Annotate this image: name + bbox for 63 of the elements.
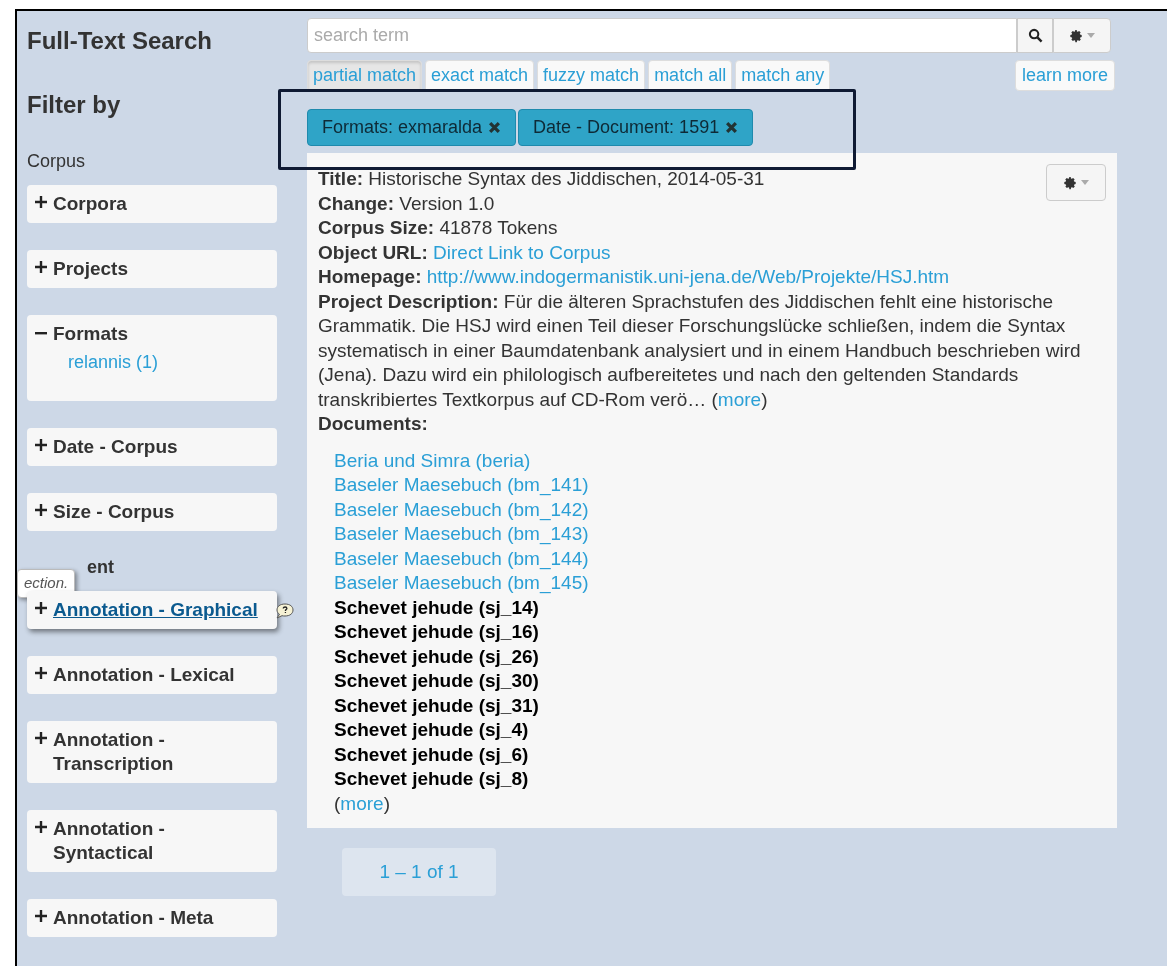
filter-toggle-link[interactable]: Annotation - Meta bbox=[53, 906, 214, 930]
project-description: Project Description: Für die älteren Sprachstufen des Jiddischen fehlt eine historische Grammatik. Die HSJ wird einen Teil dieser Forschungslücke schließen, indem die Syntax systematisch in einer Baumdatenbank analysiert und in einem Handbuch beschrieben wird (Jena). Dazu wird ein philologisch aufbereitetes und nach den geltenden Standards transkribiertes Textkorpus auf CD-Rom verö… (more) bbox=[318, 289, 1082, 412]
section-heading: Corpus bbox=[27, 151, 86, 171]
filter-toggle-link[interactable]: Projects bbox=[53, 257, 128, 281]
filter-option-link[interactable]: relannis (1) bbox=[35, 346, 269, 394]
result-field: Corpus Size: 41878 Tokens bbox=[318, 216, 558, 241]
document-name: Schevet jehude (sj_16) bbox=[334, 621, 539, 642]
close-icon bbox=[488, 121, 502, 134]
settings-dropdown-button[interactable] bbox=[1046, 164, 1106, 201]
caret-icon bbox=[1081, 180, 1089, 185]
filter-heading: Filter by bbox=[27, 91, 122, 119]
document-link[interactable]: Baseler Maesebuch (bm_143) bbox=[334, 523, 589, 544]
result-field: Homepage: http://www.indogermanistik.uni-jena.de/Web/Projekte/HSJ.htm bbox=[318, 265, 950, 290]
match-mode-tab[interactable]: exact match bbox=[425, 60, 535, 90]
more-link[interactable]: more bbox=[717, 388, 762, 410]
filter-toggle-link[interactable]: Corpora bbox=[53, 192, 127, 216]
document-link[interactable]: Baseler Maesebuch (bm_145) bbox=[334, 572, 589, 593]
filter-toggle-link[interactable]: Annotation - Transcription bbox=[53, 728, 269, 776]
section-heading: ent bbox=[87, 557, 114, 577]
document-link[interactable]: Baseler Maesebuch (bm_144) bbox=[334, 547, 589, 569]
page-title: Full-Text Search bbox=[27, 27, 213, 55]
match-mode-tab[interactable]: fuzzy match bbox=[537, 60, 646, 90]
settings-dropdown-button[interactable] bbox=[1053, 18, 1111, 53]
caret-icon bbox=[1087, 33, 1095, 38]
documents-label: Documents: bbox=[318, 412, 429, 436]
document-link[interactable]: Beria und Simra (beria) bbox=[334, 449, 531, 471]
filter-toggle-link[interactable]: Annotation - Lexical bbox=[53, 663, 235, 687]
search-icon bbox=[1027, 28, 1043, 43]
active-filter-button[interactable]: Date - Document: 1591 bbox=[518, 109, 754, 146]
document-name: Schevet jehude (sj_31) bbox=[334, 694, 539, 716]
document-name: Schevet jehude (sj_8) bbox=[334, 768, 529, 789]
result-field: Title: Historische Syntax des Jiddischen, 2014-05-31 bbox=[318, 167, 765, 192]
match-mode-tab[interactable]: match any bbox=[735, 60, 831, 90]
more-link[interactable]: more bbox=[340, 791, 384, 816]
document-name: Schevet jehude (sj_14) bbox=[334, 596, 539, 618]
parenthesis: ) bbox=[383, 791, 390, 816]
learn-more-button[interactable]: learn more bbox=[1014, 60, 1115, 91]
document-link[interactable]: Baseler Maesebuch (bm_142) bbox=[334, 498, 589, 520]
filter-toggle-link[interactable]: Annotation - Graphical bbox=[53, 598, 258, 622]
filter-toggle-link[interactable]: Date - Corpus bbox=[53, 435, 178, 459]
active-filter-button[interactable]: Formats: exmaralda bbox=[307, 109, 517, 146]
settings-icon bbox=[1063, 175, 1077, 190]
parenthesis: ( bbox=[334, 791, 341, 816]
result-field: Change: Version 1.0 bbox=[318, 191, 495, 216]
document-name: Schevet jehude (sj_4) bbox=[334, 719, 529, 740]
settings-icon bbox=[1069, 28, 1083, 43]
help-icon bbox=[275, 603, 295, 619]
search-button[interactable] bbox=[1017, 18, 1053, 53]
filter-toggle-link[interactable]: Annotation - Syntactical bbox=[53, 817, 269, 865]
document-link[interactable]: Baseler Maesebuch (bm_141) bbox=[334, 474, 589, 495]
match-mode-tab[interactable]: partial match bbox=[307, 60, 423, 90]
filter-toggle-link[interactable]: Size - Corpus bbox=[53, 500, 175, 524]
document-name: Schevet jehude (sj_6) bbox=[334, 743, 529, 765]
close-icon bbox=[725, 121, 739, 134]
result-field: Object URL: Direct Link to Corpus bbox=[318, 240, 611, 265]
document-name: Schevet jehude (sj_30) bbox=[334, 670, 539, 691]
document-name: Schevet jehude (sj_26) bbox=[334, 645, 539, 667]
filter-toggle-link[interactable]: Formats bbox=[53, 322, 128, 346]
match-mode-tab[interactable]: match all bbox=[648, 60, 733, 90]
field-link[interactable]: Direct Link to Corpus bbox=[433, 241, 611, 263]
search-field[interactable]: search term bbox=[307, 18, 1017, 53]
field-link[interactable]: http://www.indogermanistik.uni-jena.de/Web/Projekte/HSJ.htm bbox=[426, 266, 950, 287]
pagination: 1 – 1 of 1 bbox=[342, 848, 496, 896]
